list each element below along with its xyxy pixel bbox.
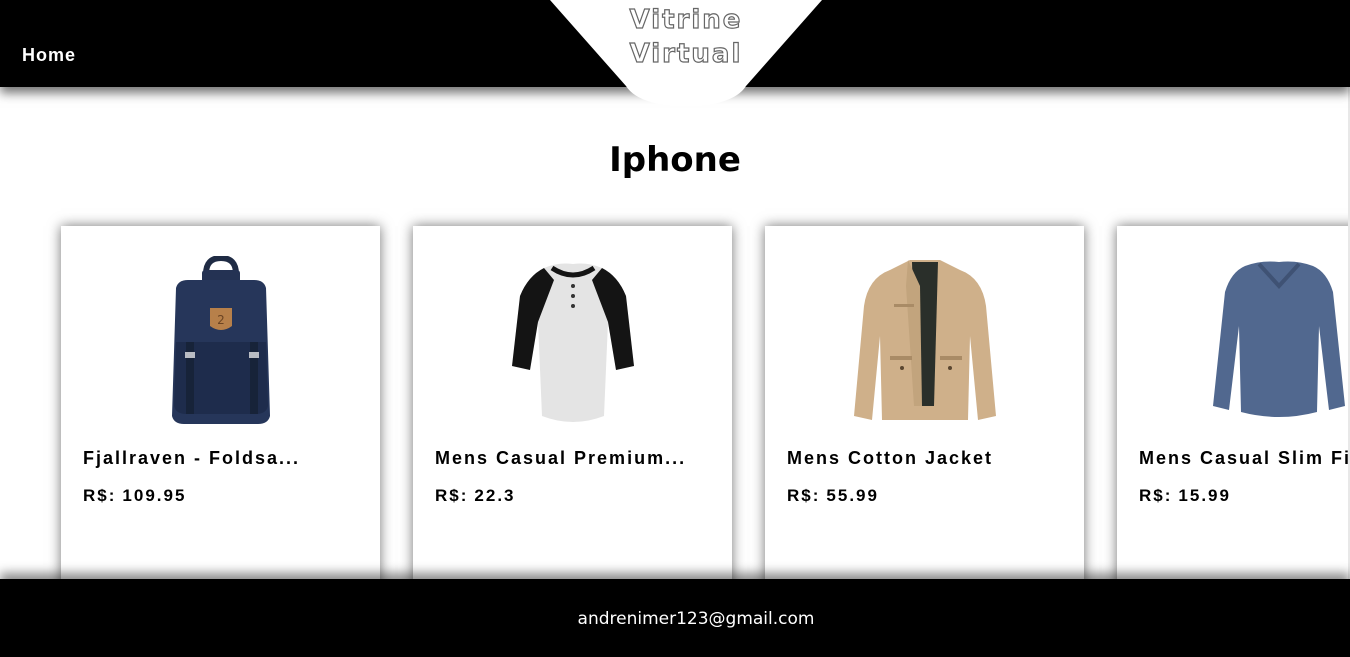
footer-email[interactable]: andrenimer123@gmail.com — [0, 608, 1350, 630]
product-image: 2 — [61, 256, 380, 426]
product-price: R$: 55.99 — [787, 486, 879, 506]
price-value: 22.3 — [474, 486, 516, 505]
page: Home Vitrine Virtual Iphone 2 Fjallraven… — [0, 0, 1350, 657]
jacket-icon — [853, 260, 996, 420]
long-sleeve-shirt-icon — [1213, 261, 1345, 417]
price-label: R$: — [83, 486, 117, 505]
product-image — [413, 256, 732, 426]
product-name: Fjallraven - Foldsa... — [83, 448, 301, 468]
backpack-icon: 2 — [171, 256, 270, 424]
nav-home-link[interactable]: Home — [22, 44, 76, 66]
product-card[interactable]: 2 Fjallraven - Foldsa... R$: 109.95 — [61, 226, 380, 606]
product-card[interactable]: Mens Casual Slim Fi R$: 15.99 — [1117, 226, 1350, 606]
product-card[interactable]: Mens Casual Premium... R$: 22.3 — [413, 226, 732, 606]
product-list: 2 Fjallraven - Foldsa... R$: 109.95 Mens… — [61, 226, 1350, 626]
logo-text: Vitrine Virtual — [550, 3, 822, 71]
product-price: R$: 22.3 — [435, 486, 516, 506]
logo-line-2: Virtual — [629, 38, 743, 69]
footer: andrenimer123@gmail.com — [0, 579, 1350, 657]
product-image — [765, 256, 1084, 426]
product-image — [1117, 256, 1350, 426]
product-name: Mens Casual Slim Fi — [1139, 448, 1350, 468]
price-label: R$: — [787, 486, 821, 505]
product-price: R$: 15.99 — [1139, 486, 1231, 506]
price-label: R$: — [435, 486, 469, 505]
product-card[interactable]: Mens Cotton Jacket R$: 55.99 — [765, 226, 1084, 606]
page-title: Iphone — [609, 140, 741, 180]
price-value: 15.99 — [1178, 486, 1231, 505]
logo-line-1: Vitrine — [629, 4, 743, 35]
price-value: 109.95 — [122, 486, 187, 505]
raglan-tshirt-icon — [511, 263, 634, 422]
site-logo[interactable]: Vitrine Virtual — [550, 0, 822, 110]
product-name: Mens Casual Premium... — [435, 448, 687, 468]
product-name: Mens Cotton Jacket — [787, 448, 994, 468]
price-value: 55.99 — [826, 486, 879, 505]
price-label: R$: — [1139, 486, 1173, 505]
svg-text:2: 2 — [217, 313, 225, 327]
product-price: R$: 109.95 — [83, 486, 186, 506]
